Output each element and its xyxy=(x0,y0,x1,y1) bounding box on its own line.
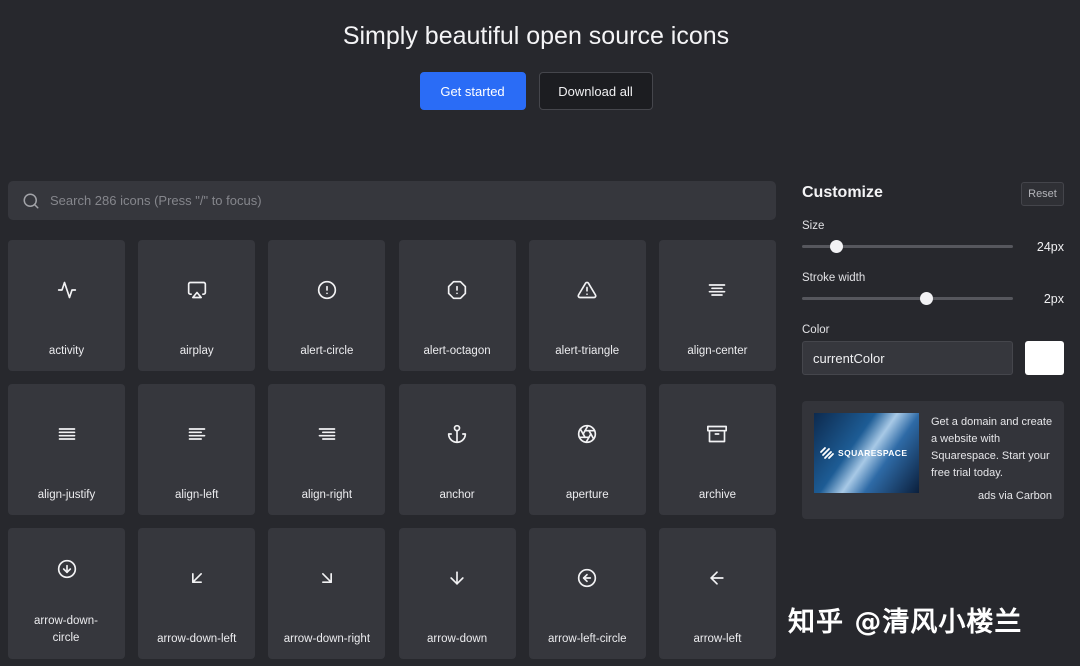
icon-tile[interactable]: align-justify xyxy=(8,384,125,515)
archive-icon xyxy=(659,424,776,446)
icon-tile[interactable]: airplay xyxy=(138,240,256,371)
icon-label: align-center xyxy=(687,345,748,357)
align-center-icon xyxy=(659,280,776,302)
ad-via-link[interactable]: ads via Carbon xyxy=(978,490,1052,502)
icon-label: arrow-down-left xyxy=(157,633,237,645)
aperture-icon xyxy=(529,424,646,446)
stroke-width-slider[interactable] xyxy=(802,292,1013,305)
ad-text[interactable]: Get a domain and create a website with S… xyxy=(931,414,1055,482)
icon-tile[interactable]: archive xyxy=(658,384,776,515)
icon-label: arrow-left-circle xyxy=(547,633,627,645)
icon-label: alert-circle xyxy=(300,345,354,357)
icon-tile[interactable]: alert-triangle xyxy=(528,240,646,371)
alert-circle-icon xyxy=(268,280,385,302)
size-value: 24px xyxy=(1036,240,1064,254)
icon-tile[interactable]: align-left xyxy=(138,384,256,515)
ad-image[interactable]: SQUARESPACE xyxy=(814,413,919,493)
icon-label: arrow-down-circle xyxy=(34,615,98,644)
icon-tile[interactable]: aperture xyxy=(528,384,646,515)
align-right-icon xyxy=(268,424,385,446)
anchor-icon xyxy=(399,424,516,446)
squarespace-logo-icon xyxy=(820,447,834,459)
icon-label: align-left xyxy=(174,489,219,501)
hero-title: Simply beautiful open source icons xyxy=(342,22,730,50)
icon-tile[interactable]: align-right xyxy=(268,384,386,515)
size-label: Size xyxy=(802,220,825,232)
page: Simply beautiful open source icons Get s… xyxy=(0,0,1080,666)
align-left-icon xyxy=(138,424,255,446)
icon-tile[interactable]: alert-octagon xyxy=(398,240,516,371)
arrow-down-right-icon xyxy=(268,568,385,590)
icon-tile[interactable]: activity xyxy=(8,240,125,371)
search-input[interactable] xyxy=(50,193,776,208)
icon-tile[interactable]: align-center xyxy=(658,240,776,371)
icon-label: alert-octagon xyxy=(423,345,491,357)
customize-title: Customize xyxy=(802,184,883,201)
icon-label: align-justify xyxy=(37,489,96,501)
carbon-ad[interactable]: SQUARESPACE Get a domain and create a we… xyxy=(802,401,1064,519)
search-bar[interactable] xyxy=(8,181,776,220)
size-slider[interactable] xyxy=(802,240,1013,253)
arrow-left-circle-icon xyxy=(529,568,646,590)
activity-icon xyxy=(8,280,125,302)
stroke-width-slider-thumb[interactable] xyxy=(920,292,934,305)
icon-tile[interactable]: arrow-left xyxy=(658,528,776,659)
airplay-icon xyxy=(138,280,255,302)
icon-label: activity xyxy=(48,345,85,357)
reset-button[interactable]: Reset xyxy=(1021,182,1064,206)
arrow-left-icon xyxy=(659,568,776,590)
stroke-width-label: Stroke width xyxy=(802,272,866,284)
search-icon xyxy=(23,193,39,208)
stroke-width-value: 2px xyxy=(1043,292,1064,306)
icon-tile[interactable]: alert-circle xyxy=(268,240,386,371)
alert-octagon-icon xyxy=(399,280,516,302)
icon-label: align-right xyxy=(301,489,353,501)
hero-actions: Get started Download all xyxy=(0,72,1072,110)
arrow-down-icon xyxy=(399,568,516,590)
size-slider-thumb[interactable] xyxy=(829,240,843,253)
download-all-button[interactable]: Download all xyxy=(538,72,653,110)
icon-tile[interactable]: arrow-down-circle xyxy=(8,528,125,659)
color-swatch[interactable] xyxy=(1025,341,1064,375)
color-label: Color xyxy=(802,324,830,336)
color-input[interactable]: currentColor xyxy=(802,341,1013,375)
icon-tile[interactable]: anchor xyxy=(398,384,516,515)
align-justify-icon xyxy=(8,424,125,446)
icon-label: aperture xyxy=(565,489,609,501)
icon-label: archive xyxy=(698,489,736,501)
alert-triangle-icon xyxy=(529,280,646,302)
get-started-button[interactable]: Get started xyxy=(419,72,526,110)
icon-label: arrow-left xyxy=(693,633,742,645)
ad-brand: SQUARESPACE xyxy=(838,448,908,458)
icon-label: arrow-down-right xyxy=(283,633,371,645)
arrow-down-left-icon xyxy=(138,568,255,590)
icon-tile[interactable]: arrow-down xyxy=(398,528,516,659)
arrow-down-circle-icon xyxy=(8,559,125,581)
icon-tile[interactable]: arrow-down-right xyxy=(268,528,386,659)
watermark: 知乎 @清风小楼兰 xyxy=(788,607,1023,638)
icon-grid: activity airplay alert-circle alert-octagon… xyxy=(8,240,776,659)
icon-tile[interactable]: arrow-down-left xyxy=(138,528,256,659)
icon-label: alert-triangle xyxy=(555,345,620,357)
icon-label: arrow-down xyxy=(427,633,488,645)
icon-label: anchor xyxy=(439,489,475,501)
icon-tile[interactable]: arrow-left-circle xyxy=(528,528,646,659)
icon-label: airplay xyxy=(179,345,214,357)
